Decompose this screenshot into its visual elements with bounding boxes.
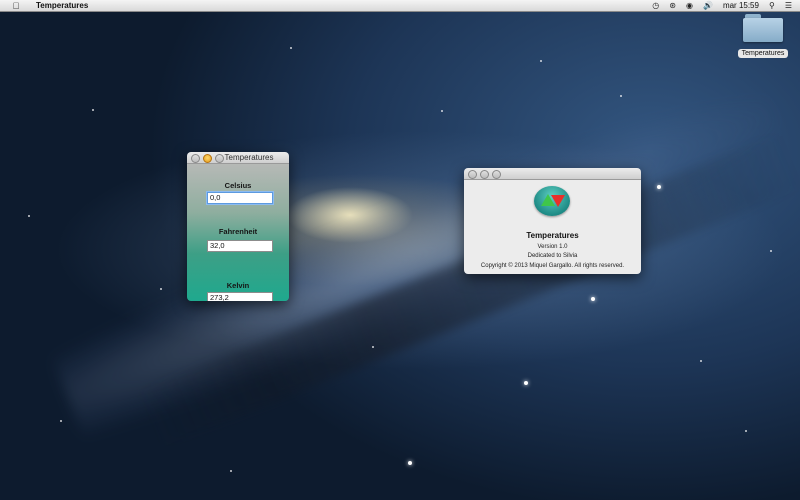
apple-icon[interactable]:  — [8, 1, 24, 11]
volume-icon[interactable]: 🔊 — [703, 0, 713, 11]
down-triangle-icon — [551, 195, 565, 207]
close-button[interactable] — [468, 170, 477, 179]
star — [441, 110, 443, 112]
star — [745, 430, 747, 432]
app-logo-icon — [534, 186, 570, 216]
star — [92, 109, 94, 111]
star — [657, 185, 661, 189]
window-controls — [468, 170, 501, 179]
converter-title: Temperatures — [224, 153, 274, 162]
spotlight-icon[interactable]: ⚲ — [769, 0, 775, 11]
star — [700, 360, 702, 362]
menu-bar:  Temperatures ◷ ⊛ ◉ 🔊 mar 15:59 ⚲ ☰ — [0, 0, 800, 12]
about-content: Temperatures Version 1.0 Dedicated to Si… — [464, 180, 641, 274]
menu-app-name[interactable]: Temperatures — [36, 1, 88, 10]
window-controls — [191, 154, 224, 163]
star — [290, 47, 292, 49]
bluetooth-icon[interactable]: ⊛ — [669, 0, 676, 11]
fahrenheit-input[interactable]: 32,0 — [207, 240, 273, 252]
zoom-button[interactable] — [215, 154, 224, 163]
about-dedication: Dedicated to Silvia — [527, 253, 578, 259]
kelvin-label: Kelvin — [226, 281, 250, 290]
star — [60, 420, 62, 422]
star — [620, 95, 622, 97]
star — [230, 470, 232, 472]
celsius-input[interactable]: 0,0 — [207, 192, 273, 204]
star — [408, 461, 412, 465]
about-window: Temperatures Version 1.0 Dedicated to Si… — [464, 168, 641, 274]
wifi-icon[interactable]: ◉ — [686, 0, 693, 11]
menu-clock[interactable]: mar 15:59 — [723, 1, 759, 10]
converter-window: Temperatures Celsius 0,0 Fahrenheit 32,0… — [187, 152, 289, 301]
star — [540, 60, 542, 62]
desktop-wallpaper — [0, 0, 800, 500]
about-version: Version 1.0 — [537, 244, 568, 250]
folder-icon[interactable] — [743, 12, 783, 42]
star — [591, 297, 595, 301]
time-machine-icon[interactable]: ◷ — [652, 0, 659, 11]
about-copyright: Copyright © 2013 Miquel Gargallo. All ri… — [480, 263, 625, 269]
minimize-button[interactable] — [480, 170, 489, 179]
converter-content: Celsius 0,0 Fahrenheit 32,0 Kelvin 273,2 — [187, 164, 289, 301]
star — [28, 215, 30, 217]
kelvin-input[interactable]: 273,2 — [207, 292, 273, 301]
about-app-name: Temperatures — [526, 231, 579, 240]
about-titlebar[interactable] — [464, 168, 641, 180]
minimize-button[interactable] — [203, 154, 212, 163]
desktop-folder[interactable]: Temperatures — [732, 12, 794, 60]
fahrenheit-label: Fahrenheit — [218, 227, 258, 236]
list-icon[interactable]: ☰ — [785, 0, 792, 11]
converter-titlebar[interactable]: Temperatures — [187, 152, 289, 164]
folder-body — [743, 18, 783, 42]
close-button[interactable] — [191, 154, 200, 163]
star — [372, 346, 374, 348]
star — [770, 250, 772, 252]
star — [160, 288, 162, 290]
celsius-label: Celsius — [224, 181, 252, 190]
desktop-folder-label[interactable]: Temperatures — [737, 49, 789, 58]
star — [524, 381, 528, 385]
menu-extras: ◷ ⊛ ◉ 🔊 mar 15:59 ⚲ ☰ — [652, 0, 792, 11]
zoom-button[interactable] — [492, 170, 501, 179]
